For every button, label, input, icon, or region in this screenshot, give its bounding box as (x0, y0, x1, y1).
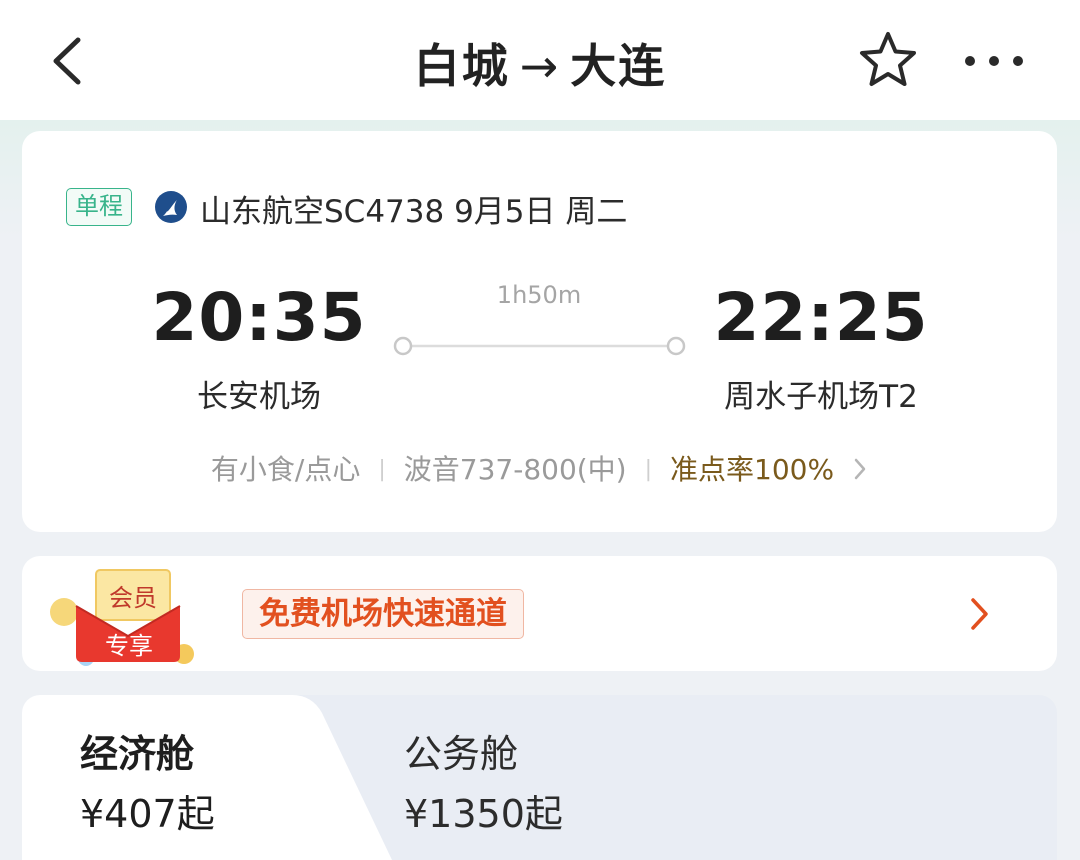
cabin-price: ¥1350起 (404, 792, 563, 836)
origin-city: 白城 (413, 39, 510, 93)
tab-economy[interactable]: 经济舱 ¥407起 (22, 695, 352, 860)
aircraft-type: 波音737-800(中) (403, 453, 627, 486)
cabin-class-tabs: 经济舱 ¥407起 公务舱 ¥1350起 (22, 695, 1057, 860)
badge-text-member: 会员 (109, 584, 157, 612)
flight-date: 9月5日 (454, 194, 556, 230)
airline-logo-icon (155, 191, 187, 223)
star-outline-icon (860, 32, 916, 86)
departure-airport: 长安机场 (197, 379, 321, 415)
flight-weekday: 周二 (565, 194, 628, 230)
arrival-time: 22:25 (713, 279, 929, 356)
more-button[interactable] (958, 28, 1030, 94)
more-dots-icon (965, 56, 1023, 66)
airline-flight-number: 山东航空SC4738 (200, 194, 445, 230)
cabin-name: 经济舱 (80, 732, 195, 776)
arrival-airport: 周水子机场T2 (724, 379, 918, 415)
member-benefit-arrow[interactable] (964, 592, 994, 636)
divider: | (378, 457, 386, 482)
on-time-rate: 准点率100% (670, 453, 835, 486)
fast-track-tag: 免费机场快速通道 (242, 589, 524, 639)
navigation-header: 白城 → 大连 (0, 0, 1080, 120)
trip-type-tag: 单程 (66, 188, 132, 226)
cabin-name: 公务舱 (404, 732, 519, 776)
flight-summary: 山东航空SC4738 9月5日 周二 (200, 186, 627, 231)
favorite-button[interactable] (855, 28, 921, 94)
meal-info: 有小食/点心 (210, 453, 361, 486)
departure-time: 20:35 (151, 279, 367, 356)
chevron-right-icon (971, 598, 988, 630)
route-arrow: → (519, 39, 561, 93)
badge-text-exclusive: 专享 (105, 632, 153, 660)
flight-details-row[interactable]: 有小食/点心 | 波音737-800(中) | 准点率100% (22, 448, 1057, 488)
flight-duration: 1h50m (496, 281, 582, 309)
destination-city: 大连 (570, 39, 667, 93)
chevron-right-icon (852, 453, 868, 486)
flight-card[interactable]: 单程 山东航空SC4738 9月5日 周二 20:35 1h50m 22:25 … (22, 131, 1057, 532)
route-line (393, 336, 686, 356)
member-benefit-banner[interactable]: 会员 专享 免费机场快速通道 (22, 556, 1057, 671)
divider: | (644, 457, 653, 482)
tab-business[interactable]: 公务舱 ¥1350起 (382, 695, 782, 860)
cabin-price: ¥407起 (80, 792, 215, 836)
member-exclusive-badge: 会员 专享 (50, 569, 194, 666)
